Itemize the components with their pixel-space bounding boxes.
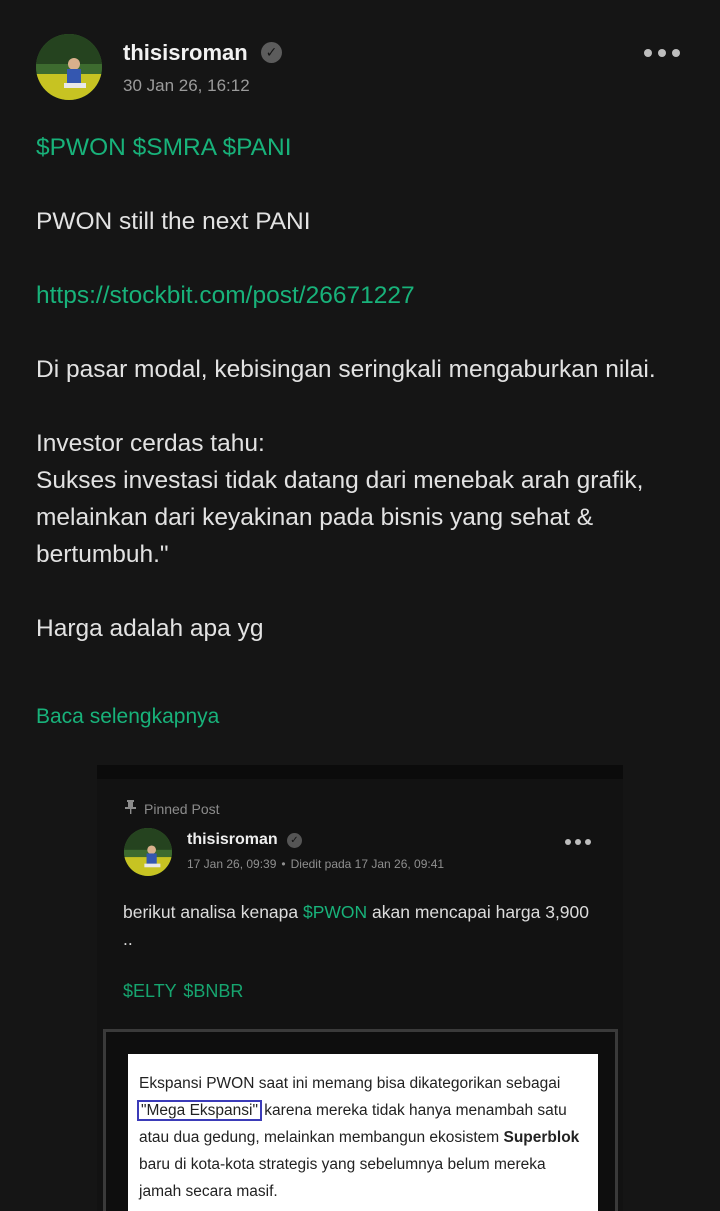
pin-icon: [125, 800, 136, 817]
doc-highlight: "Mega Ekspansi": [137, 1100, 262, 1121]
embedded-text-part: berikut analisa kenapa: [123, 902, 303, 922]
more-options-button[interactable]: [640, 40, 684, 66]
verified-check-icon: ✓: [261, 42, 282, 63]
dot-icon: [672, 49, 680, 57]
embedded-more-icon: [565, 839, 591, 845]
doc-bold: Superblok: [503, 1129, 580, 1146]
embedded-avatar: [124, 828, 172, 876]
post-link[interactable]: https://stockbit.com/post/26671227: [36, 277, 686, 314]
post-text-line: PWON still the next PANI: [36, 208, 311, 235]
ticker-tags[interactable]: $PWON $SMRA $PANI: [36, 129, 686, 166]
embedded-separator: •: [281, 857, 286, 871]
post-paragraph-line: Investor cerdas tahu:: [36, 430, 265, 457]
read-more-link[interactable]: Baca selengkapnya: [36, 705, 219, 729]
post-paragraph: Di pasar modal, kebisingan seringkali me…: [36, 356, 656, 383]
embedded-verified-icon: ✓: [287, 833, 302, 848]
dot-icon: [658, 49, 666, 57]
embedded-username: thisisroman: [187, 831, 278, 848]
post-detail: thisisroman ✓ 30 Jan 26, 16:12 $PWON $SM…: [0, 0, 720, 1211]
pinned-post-text: Pinned Post: [144, 800, 220, 817]
author-avatar[interactable]: [36, 34, 102, 100]
embedded-post-text: berikut analisa kenapa $PWON akan mencap…: [123, 899, 603, 953]
dot-icon: [565, 839, 571, 845]
dot-icon: [575, 839, 581, 845]
embedded-document-page: Ekspansi PWON saat ini memang bisa dikat…: [128, 1054, 598, 1211]
post-paragraph: Investor cerdas tahu: Sukses investasi t…: [36, 425, 686, 573]
doc-text: Ekspansi PWON saat ini memang bisa dikat…: [139, 1075, 561, 1092]
dot-icon: [585, 839, 591, 845]
embedded-tags: $ELTY $BNBR: [123, 981, 244, 1001]
post-paragraph: Harga adalah apa yg: [36, 615, 264, 642]
dot-icon: [644, 49, 652, 57]
author-username[interactable]: thisisroman: [123, 40, 248, 66]
post-timestamp: 30 Jan 26, 16:12: [123, 76, 250, 95]
embedded-ticker: $PWON: [302, 902, 368, 922]
pinned-post-label: Pinned Post: [125, 800, 220, 817]
embedded-edited-time: Diedit pada 17 Jan 26, 09:41: [290, 857, 445, 871]
embedded-screenshot[interactable]: Pinned Post thisisroman ✓ 17 Jan 26, 09:…: [97, 765, 623, 1211]
embedded-meta: 17 Jan 26, 09:39 • Diedit pada 17 Jan 26…: [187, 857, 444, 871]
post-paragraph-line: Sukses investasi tidak datang dari meneb…: [36, 467, 644, 568]
doc-text: baru di kota-kota strategis yang sebelum…: [139, 1156, 546, 1200]
embedded-posted-time: 17 Jan 26, 09:39: [187, 857, 277, 871]
post-body: $PWON $SMRA $PANI PWON still the next PA…: [36, 129, 686, 684]
embedded-document-frame: Ekspansi PWON saat ini memang bisa dikat…: [103, 1029, 618, 1211]
